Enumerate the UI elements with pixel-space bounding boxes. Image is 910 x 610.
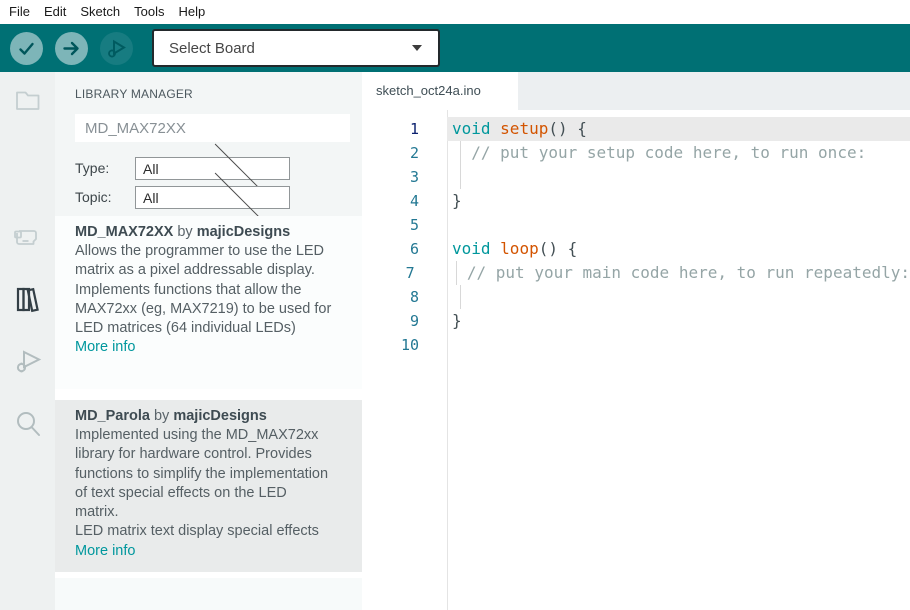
library-manager-panel: LIBRARY MANAGER Type: All Topic: All MD_… xyxy=(55,72,362,610)
more-info-link[interactable]: More info xyxy=(75,542,135,561)
type-filter-label: Type: xyxy=(75,160,109,176)
code-line: 8 xyxy=(362,285,910,309)
line-number: 7 xyxy=(362,261,443,285)
code-line: 1void setup() { xyxy=(362,117,910,141)
indent-guide xyxy=(460,141,461,165)
line-number: 3 xyxy=(362,165,447,189)
line-number: 5 xyxy=(362,213,447,237)
topic-filter-label: Topic: xyxy=(75,189,112,205)
library-author: majicDesigns xyxy=(173,408,267,424)
upload-button[interactable] xyxy=(55,32,88,65)
activity-bar xyxy=(0,72,55,610)
code-line-content[interactable] xyxy=(447,333,910,357)
line-number: 2 xyxy=(362,141,447,165)
library-name: MD_Parola xyxy=(75,408,150,424)
sidebar-item-library-manager[interactable] xyxy=(0,282,55,316)
board-selector-label: Select Board xyxy=(154,40,412,57)
library-card[interactable]: MD_MAX72XX by majicDesigns Allows the pr… xyxy=(55,216,362,389)
code-line-content[interactable]: void loop() { xyxy=(447,237,910,261)
search-icon xyxy=(12,408,44,442)
start-debug-button[interactable] xyxy=(100,32,133,65)
debug-sidebar-icon xyxy=(12,345,44,379)
tab-label: sketch_oct24a.ino xyxy=(376,83,481,98)
upload-icon xyxy=(62,39,81,58)
type-select[interactable]: All xyxy=(135,157,290,180)
line-number: 8 xyxy=(362,285,447,309)
library-author: majicDesigns xyxy=(197,224,291,240)
editor-area: sketch_oct24a.ino 1void setup() {2 // pu… xyxy=(362,72,910,610)
code-line-content[interactable]: } xyxy=(447,309,910,333)
menu-item-help[interactable]: Help xyxy=(171,0,212,24)
indent-guide xyxy=(456,261,457,285)
sidebar-item-boards-manager[interactable] xyxy=(0,222,55,256)
caret-down-icon xyxy=(412,45,422,51)
books-icon xyxy=(11,282,45,316)
arduino-ide-window: FileEditSketchToolsHelp Select Board xyxy=(0,0,910,610)
folder-icon xyxy=(13,86,43,120)
content-area: LIBRARY MANAGER Type: All Topic: All MD_… xyxy=(0,72,910,610)
library-name: MD_MAX72XX xyxy=(75,224,173,240)
code-line-content[interactable]: // put your setup code here, to run once… xyxy=(447,141,910,165)
code-editor[interactable]: 1void setup() {2 // put your setup code … xyxy=(362,110,910,610)
verify-button[interactable] xyxy=(10,32,43,65)
menu-item-file[interactable]: File xyxy=(2,0,37,24)
library-by: by xyxy=(173,224,196,240)
panel-title: LIBRARY MANAGER xyxy=(75,87,193,101)
type-select-value: All xyxy=(136,161,207,177)
code-line: 9} xyxy=(362,309,910,333)
library-description: Allows the programmer to use the LED mat… xyxy=(75,242,333,338)
library-search-input[interactable] xyxy=(75,114,350,142)
line-number: 9 xyxy=(362,309,447,333)
menu-item-sketch[interactable]: Sketch xyxy=(73,0,127,24)
library-description: Implemented using the MD_MAX72xx library… xyxy=(75,426,333,542)
debug-icon xyxy=(106,38,127,59)
code-line-content[interactable]: void setup() { xyxy=(447,117,910,141)
menu-item-tools[interactable]: Tools xyxy=(127,0,171,24)
menu-bar: FileEditSketchToolsHelp xyxy=(0,0,910,24)
verify-icon xyxy=(17,39,36,58)
topic-select[interactable]: All xyxy=(135,186,290,209)
more-info-link[interactable]: More info xyxy=(75,338,135,357)
line-number: 1 xyxy=(362,117,447,141)
code-line-content[interactable] xyxy=(447,213,910,237)
code-line-content[interactable]: } xyxy=(447,189,910,213)
code-line: 10 xyxy=(362,333,910,357)
library-manager-header-section: LIBRARY MANAGER Type: All Topic: All xyxy=(55,72,362,216)
code-line: 6void loop() { xyxy=(362,237,910,261)
library-by: by xyxy=(150,408,173,424)
code-line: 5 xyxy=(362,213,910,237)
board-selector[interactable]: Select Board xyxy=(152,29,440,67)
menu-item-edit[interactable]: Edit xyxy=(37,0,73,24)
editor-tab-sketch[interactable]: sketch_oct24a.ino xyxy=(362,72,518,110)
topic-select-value: All xyxy=(136,190,207,206)
sidebar-item-debug[interactable] xyxy=(0,345,55,379)
indent-guide xyxy=(460,165,461,189)
sidebar-item-search[interactable] xyxy=(0,408,55,442)
next-library-card-partial[interactable] xyxy=(55,578,362,610)
sidebar-item-sketchbook[interactable] xyxy=(0,86,55,120)
toolbar: Select Board xyxy=(0,24,910,72)
code-line: 3 xyxy=(362,165,910,189)
code-line-content[interactable]: // put your main code here, to run repea… xyxy=(443,261,910,285)
code-line-content[interactable] xyxy=(447,165,910,189)
library-card[interactable]: MD_Parola by majicDesigns Implemented us… xyxy=(55,400,362,572)
code-line: 7 // put your main code here, to run rep… xyxy=(362,261,910,285)
code-line: 2 // put your setup code here, to run on… xyxy=(362,141,910,165)
board-icon xyxy=(12,222,44,256)
code-line-content[interactable] xyxy=(447,285,910,309)
indent-guide xyxy=(460,285,461,309)
code-line: 4} xyxy=(362,189,910,213)
editor-tab-bar: sketch_oct24a.ino xyxy=(362,72,910,110)
line-number: 10 xyxy=(362,333,447,357)
line-number: 6 xyxy=(362,237,447,261)
line-number: 4 xyxy=(362,189,447,213)
